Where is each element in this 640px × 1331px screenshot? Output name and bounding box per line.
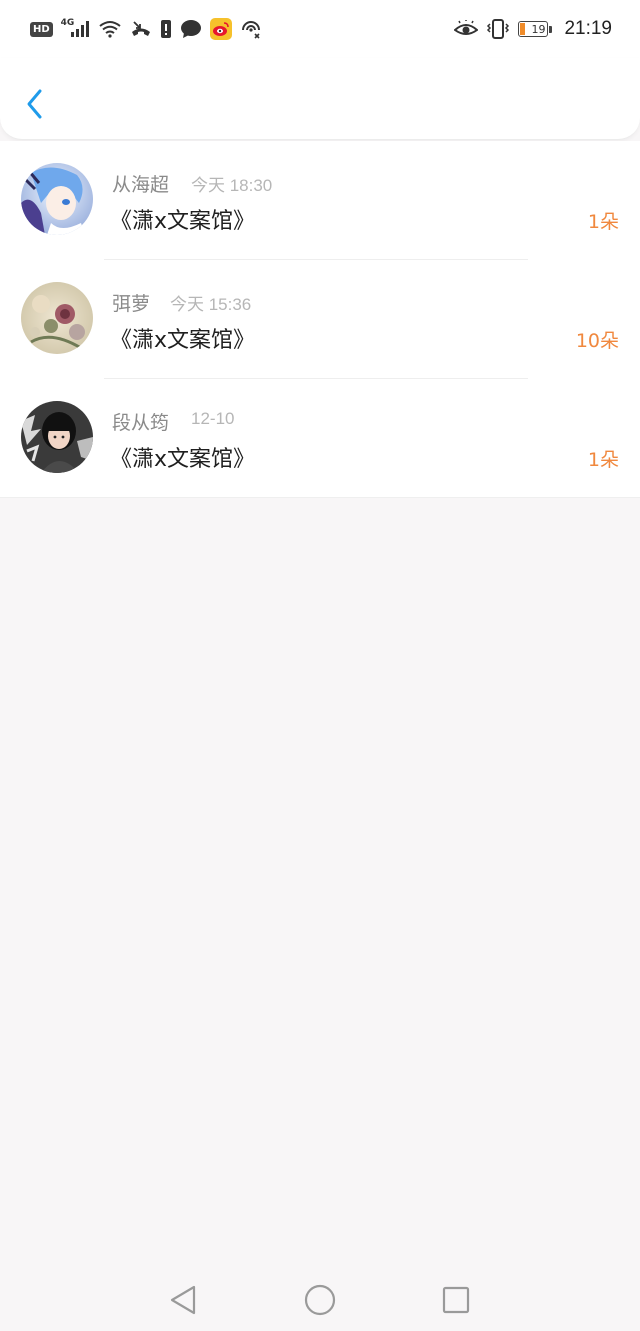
gift-time: 今天 15:36 bbox=[170, 295, 252, 314]
missed-call-icon bbox=[130, 18, 152, 40]
status-bar-left: HD 4G bbox=[30, 18, 262, 40]
sender-name: 段从筠 bbox=[112, 412, 170, 434]
gift-time: 12-10 bbox=[191, 409, 235, 428]
anime-boy-avatar bbox=[21, 163, 93, 235]
battery-level: 19 bbox=[531, 22, 546, 36]
network-type-label: 4G bbox=[60, 18, 75, 28]
system-nav-bar bbox=[0, 1268, 640, 1331]
nav-back-button[interactable] bbox=[167, 1284, 199, 1316]
hd-icon: HD bbox=[30, 21, 53, 37]
vibrate-icon bbox=[486, 18, 510, 40]
status-bar-right: 19 21:19 bbox=[454, 18, 612, 40]
wifi-icon bbox=[98, 18, 122, 40]
recents-square-icon bbox=[442, 1286, 470, 1314]
avatar[interactable] bbox=[21, 163, 93, 235]
chat-icon bbox=[180, 18, 202, 40]
gift-record-list: 从海超 今天 18:30 《潇x文案馆》 1朵 弭萝 今天 15:36 《潇x文… bbox=[0, 141, 640, 498]
list-item[interactable]: 弭萝 今天 15:36 《潇x文案馆》 10朵 bbox=[0, 260, 640, 379]
status-bar: HD 4G 19 21:19 bbox=[0, 0, 640, 58]
eye-icon bbox=[454, 18, 479, 40]
book-title: 《潇x文案馆》 bbox=[110, 328, 256, 353]
weibo-icon bbox=[210, 18, 233, 40]
gift-time: 今天 18:30 bbox=[191, 176, 273, 195]
list-item[interactable]: 从海超 今天 18:30 《潇x文案馆》 1朵 bbox=[0, 141, 640, 260]
list-item[interactable]: 段从筠 12-10 《潇x文案馆》 1朵 bbox=[0, 379, 640, 498]
back-triangle-icon bbox=[170, 1285, 196, 1315]
gift-count: 1朵 bbox=[587, 449, 619, 471]
sender-name: 弭萝 bbox=[112, 293, 151, 315]
avatar[interactable] bbox=[21, 401, 93, 473]
battery-body: 19 bbox=[518, 21, 549, 37]
avatar[interactable] bbox=[21, 282, 93, 354]
nav-home-button[interactable] bbox=[304, 1284, 336, 1316]
battery-cap bbox=[549, 25, 553, 33]
gift-count: 10朵 bbox=[575, 330, 619, 352]
nav-recents-button[interactable] bbox=[440, 1284, 472, 1316]
back-button[interactable] bbox=[18, 84, 52, 124]
sender-name: 从海超 bbox=[112, 174, 170, 196]
home-circle-icon bbox=[304, 1284, 336, 1316]
battery-fill bbox=[520, 23, 526, 35]
hotspot-icon bbox=[240, 18, 262, 40]
book-title: 《潇x文案馆》 bbox=[110, 447, 256, 472]
gift-count: 1朵 bbox=[587, 211, 619, 233]
book-title: 《潇x文案馆》 bbox=[110, 209, 256, 234]
battery-icon: 19 bbox=[518, 21, 553, 37]
floral-avatar bbox=[21, 282, 93, 354]
clock: 21:19 bbox=[564, 18, 612, 39]
header bbox=[0, 58, 640, 140]
signal-icon: 4G bbox=[61, 18, 91, 40]
alert-icon bbox=[160, 18, 172, 40]
girl-photo-avatar bbox=[21, 401, 93, 473]
chevron-left-icon bbox=[27, 89, 42, 119]
